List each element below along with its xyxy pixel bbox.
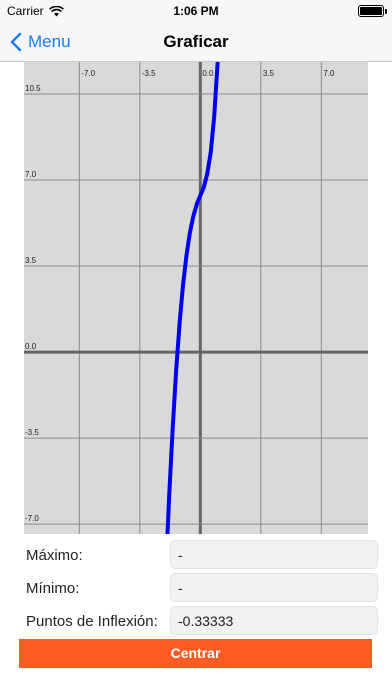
y-tick-label: -7.0 [25,514,39,523]
y-tick-label: -3.5 [25,428,39,437]
graph-canvas: -7.0 -3.5 0.0 3.5 7.0 10.5 7.0 3.5 0.0 -3.5 -7.0 [24,62,368,534]
minimo-row: Mínimo: - [0,573,392,603]
x-tick-label: 0.0 [202,69,214,78]
navigation-bar: Menu Graficar [0,22,392,62]
x-tick-label: 7.0 [323,69,335,78]
maximo-row: Máximo: - [0,540,392,570]
x-tick-label: -7.0 [81,69,95,78]
status-bar: Carrier 1:06 PM [0,0,392,22]
centrar-button[interactable]: Centrar [19,639,372,668]
minimo-label: Mínimo: [26,580,80,597]
y-tick-label: 0.0 [25,342,37,351]
page-title: Graficar [163,32,229,51]
function-graph[interactable]: -7.0 -3.5 0.0 3.5 7.0 10.5 7.0 3.5 0.0 -3.5 -7.0 [24,62,368,534]
maximo-field[interactable]: - [170,540,378,569]
y-tick-label: 7.0 [25,170,37,179]
y-tick-label: 3.5 [25,256,37,265]
inflexion-row: Puntos de Inflexión: -0.33333 [0,606,392,636]
function-curve [165,62,220,534]
x-tick-label: -3.5 [142,69,156,78]
battery-icon [358,5,387,17]
inflexion-label: Puntos de Inflexión: [26,613,158,630]
x-tick-label: 3.5 [263,69,275,78]
inflexion-field[interactable]: -0.33333 [170,606,378,635]
status-time: 1:06 PM [173,4,219,18]
minimo-field[interactable]: - [170,573,378,602]
y-tick-label: 10.5 [25,84,41,93]
maximo-label: Máximo: [26,547,83,564]
